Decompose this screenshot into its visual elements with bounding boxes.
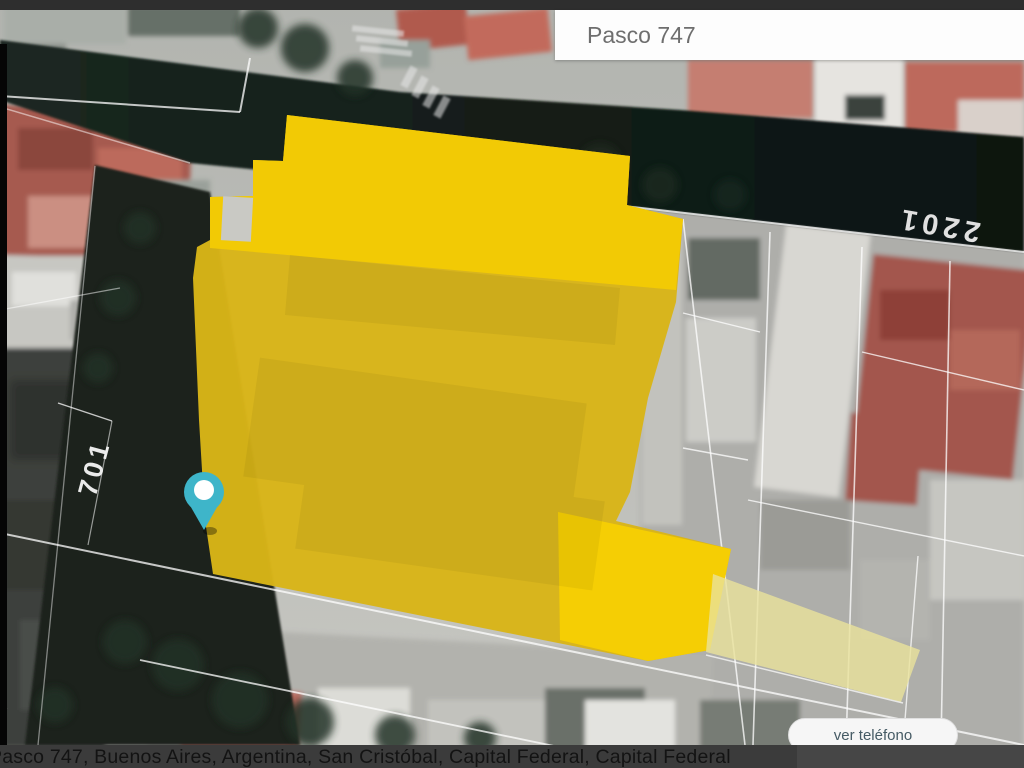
bottom-bar-segment bbox=[797, 745, 1024, 768]
satellite-map[interactable]: 2201 701 C bbox=[0, 0, 1024, 768]
search-input[interactable] bbox=[585, 21, 1024, 50]
address-text: Pasco 747, Buenos Aires, Argentina, San … bbox=[0, 746, 731, 768]
phone-button-label: ver teléfono bbox=[834, 727, 912, 744]
pin-inner-dot bbox=[194, 480, 214, 500]
highlight-notch bbox=[221, 196, 253, 242]
search-box bbox=[555, 10, 1024, 60]
bottom-bar: Pasco 747, Buenos Aires, Argentina, San … bbox=[0, 745, 1024, 768]
property-map-screen: 2201 701 C ver teléfono Pasco 747, Bueno… bbox=[0, 0, 1024, 768]
highlight-shading bbox=[243, 255, 620, 590]
top-bar bbox=[0, 0, 1024, 10]
left-edge-strip bbox=[0, 44, 7, 745]
